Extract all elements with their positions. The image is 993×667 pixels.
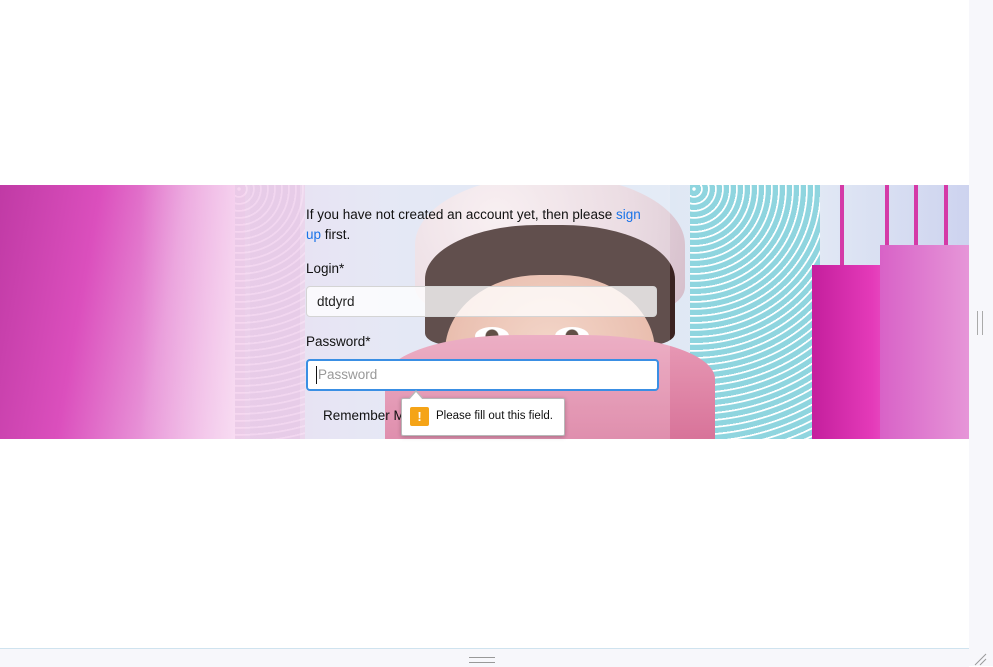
splitter-grip-icon[interactable] xyxy=(469,657,495,663)
validation-message: Please fill out this field. xyxy=(436,410,553,422)
password-input[interactable]: Password xyxy=(306,359,659,391)
resize-handle-icon[interactable] xyxy=(971,650,987,666)
dotted-bag-image xyxy=(235,185,305,439)
signup-prompt-text: If you have not created an account yet, … xyxy=(306,207,616,222)
splitter-grip-icon[interactable] xyxy=(977,311,983,335)
login-input[interactable]: dtdyrd xyxy=(306,286,657,317)
login-form: If you have not created an account yet, … xyxy=(306,205,659,423)
text-caret xyxy=(316,366,317,384)
validation-tooltip: ! Please fill out this field. xyxy=(401,390,565,436)
signup-prompt-suffix: first. xyxy=(321,227,351,242)
shopping-bag-image xyxy=(880,245,969,439)
password-placeholder: Password xyxy=(318,367,378,382)
remember-me-label[interactable]: Remember Me xyxy=(323,408,412,423)
password-label: Password* xyxy=(306,334,371,349)
signup-prompt: If you have not created an account yet, … xyxy=(306,205,659,245)
login-label: Login* xyxy=(306,261,345,276)
warning-icon: ! xyxy=(410,407,429,426)
page: If you have not created an account yet, … xyxy=(0,0,969,648)
shopping-bag-highlight xyxy=(140,185,250,439)
